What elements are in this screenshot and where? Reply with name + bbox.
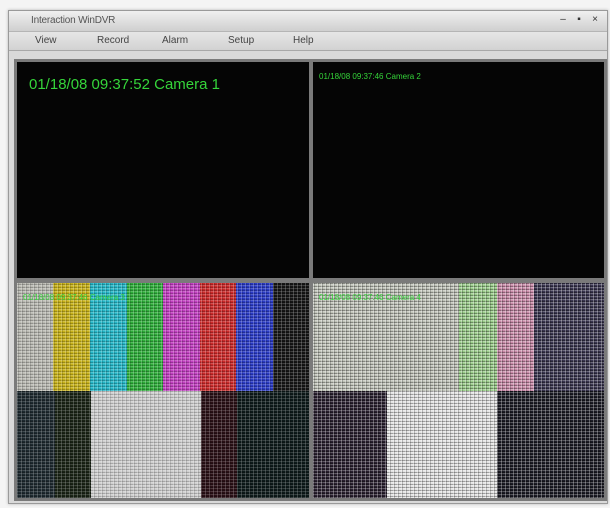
minimize-icon[interactable]: – <box>557 14 569 26</box>
title-bar[interactable]: Interaction WinDVR – ▪ × <box>9 11 607 32</box>
menu-view[interactable]: View <box>35 35 57 46</box>
camera-3-overlay: 01/18/08 09:37:46 Camera 3 <box>23 293 125 302</box>
maximize-icon[interactable]: ▪ <box>573 14 585 26</box>
close-icon[interactable]: × <box>589 14 601 26</box>
window-title: Interaction WinDVR <box>31 15 116 26</box>
camera-4-overlay: 01/18/08 09:37:46 Camera 4 <box>319 293 421 302</box>
camera-3-view[interactable]: 01/18/08 09:37:46 Camera 3 <box>17 283 309 498</box>
camera-2-overlay: 01/18/08 09:37:46 Camera 2 <box>319 72 421 81</box>
menu-alarm[interactable]: Alarm <box>162 35 188 46</box>
menu-bar: View Record Alarm Setup Help <box>9 32 607 51</box>
menu-record[interactable]: Record <box>97 35 129 46</box>
menu-setup[interactable]: Setup <box>228 35 254 46</box>
camera-2-view[interactable]: 01/18/08 09:37:46 Camera 2 <box>313 62 604 278</box>
camera-4-view[interactable]: 01/18/08 09:37:46 Camera 4 <box>313 283 604 498</box>
camera-grid: 01/18/08 09:37:52 Camera 1 01/18/08 09:3… <box>14 59 607 501</box>
menu-help[interactable]: Help <box>293 35 314 46</box>
noise-overlay <box>17 391 309 498</box>
dvr-window: Interaction WinDVR – ▪ × View Record Ala… <box>8 10 608 504</box>
noise-overlay <box>313 283 604 498</box>
camera-1-view[interactable]: 01/18/08 09:37:52 Camera 1 <box>17 62 309 278</box>
camera-1-overlay: 01/18/08 09:37:52 Camera 1 <box>29 76 220 93</box>
